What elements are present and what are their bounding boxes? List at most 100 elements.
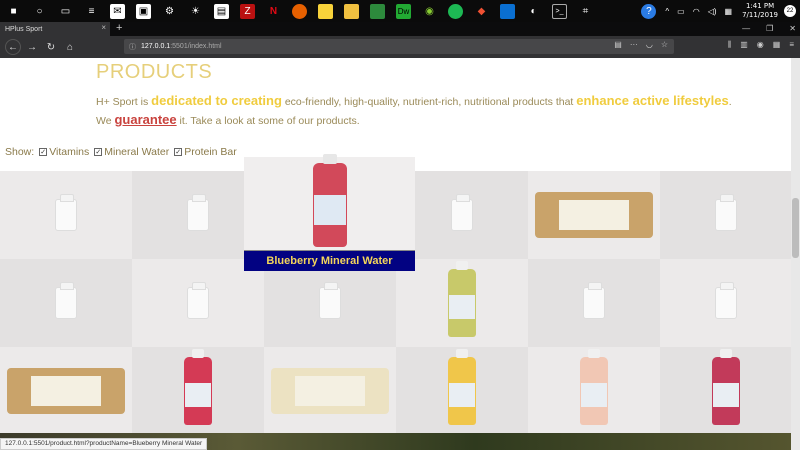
wifi-icon[interactable]: ◠ [693,7,700,16]
windows-taskbar: ■ ○ ▭ ≡ ✉ ▣ ⚙ ☀ ▤ Z N Dw ◉ ◆ ◐ >_ ⌗ ? ^ … [0,0,800,22]
account-icon[interactable]: ◉ [757,40,764,50]
terminal-icon[interactable]: >_ [552,3,567,19]
product-tile[interactable] [132,347,264,435]
product-tile[interactable] [396,347,528,435]
settings-icon[interactable]: ≡ [84,4,99,19]
vitamin-bottle [583,282,605,319]
brightness-icon[interactable]: ☀ [188,4,203,19]
toolbar-right: ⫼ ▥ ◉ ▦ ≡ [728,40,794,50]
dreamweaver-icon[interactable]: Dw [396,3,411,19]
product-tile[interactable] [0,347,132,435]
info-icon[interactable]: ⓘ [129,42,136,52]
vscode-icon[interactable] [500,3,515,19]
mineral-water-bottle [448,349,476,425]
android-icon[interactable]: ◉ [422,4,437,19]
filter-protein-bar-label: Protein Bar [184,146,237,158]
task-view-icon[interactable]: ▭ [58,4,73,19]
bookmark-star-icon[interactable]: ☆ [661,40,668,49]
new-tab-icon[interactable]: + [116,22,122,35]
product-tile[interactable] [132,259,264,347]
notes-icon[interactable]: ▤ [214,3,229,19]
filter-vitamins[interactable]: ✓ Vitamins [39,146,89,158]
page-scrollbar[interactable] [791,58,800,450]
protein-bar [271,368,389,414]
product-tile[interactable] [660,171,791,259]
navigation-bar: ← → ↻ ⌂ ⓘ 127.0.0.1 :5501/index.html ▤ ·… [0,36,800,58]
home-icon[interactable]: ⌂ [62,39,78,55]
page-actions-icon[interactable]: ··· [630,40,638,49]
close-window-icon[interactable]: ✕ [789,22,796,36]
clock-date: 7/11/2019 [742,11,778,19]
product-tile[interactable] [660,347,791,435]
checkbox-protein-bar[interactable]: ✓ [174,148,183,156]
mineral-water-bottle [711,349,740,425]
intro-emphasis-2: enhance active lifestyles [576,93,729,108]
netflix-icon[interactable]: N [266,4,281,19]
intro-emphasis-1: dedicated to creating [151,93,282,108]
menu-icon[interactable]: ≡ [789,40,794,50]
chevron-up-icon[interactable]: ^ [665,7,669,16]
checkbox-mineral-water[interactable]: ✓ [94,148,103,156]
git-icon[interactable]: ◆ [474,4,489,19]
firefox-icon[interactable] [292,3,307,19]
product-tile[interactable] [264,259,396,347]
pocket-icon[interactable]: ◡ [646,40,653,49]
product-tile[interactable] [528,347,660,435]
sidebar-icon[interactable]: ▥ [740,40,748,50]
notification-badge[interactable]: 22 [784,5,796,17]
maximize-icon[interactable]: ❐ [766,22,773,36]
product-tile[interactable] [528,171,660,259]
mineral-water-bottle [580,349,608,425]
mail-icon[interactable]: ✉ [110,3,125,19]
hovered-product-tile[interactable]: Blueberry Mineral Water [244,154,415,271]
address-bar[interactable]: ⓘ 127.0.0.1 :5501/index.html ▤ ··· ◡ ☆ [124,39,674,54]
keyboard-icon[interactable]: ▦ [725,7,733,16]
monitor-icon[interactable] [370,3,385,19]
vitamin-bottle [714,194,737,231]
scrollbar-thumb[interactable] [792,198,799,258]
product-tile[interactable] [0,259,132,347]
page-title: PRODUCTS [96,61,213,83]
explorer-icon[interactable] [344,3,359,19]
extension-icon[interactable]: ▦ [773,40,781,50]
product-tile[interactable] [528,259,660,347]
filezilla-icon[interactable]: Z [240,3,255,19]
minimize-icon[interactable]: — [742,22,750,36]
intro-guarantee: guarantee [114,112,177,127]
product-tile[interactable] [264,347,396,435]
url-host: 127.0.0.1 [141,43,171,50]
close-tab-icon[interactable]: × [101,23,106,32]
network-icon[interactable]: ▭ [677,7,685,16]
library-icon[interactable]: ⫼ [728,40,732,50]
tab-hplus-sport[interactable]: HPlus Sport × [0,22,110,36]
address-bar-actions: ▤ ··· ◡ ☆ [614,40,668,49]
clock-time: 1:41 PM [745,2,775,10]
product-caption[interactable]: Blueberry Mineral Water [244,250,415,271]
store-icon[interactable]: ▣ [136,3,151,19]
camera-icon[interactable]: ◐ [526,4,541,19]
back-icon[interactable]: ← [5,39,21,55]
reader-view-icon[interactable]: ▤ [614,40,622,49]
protein-bar [535,192,653,238]
volume-icon[interactable]: ◁) [708,7,717,16]
vitamin-bottle [714,282,737,319]
spotify-icon[interactable] [448,3,463,19]
reload-icon[interactable]: ↻ [43,39,59,55]
product-tile[interactable] [396,259,528,347]
system-tray: ? ^ ▭ ◠ ◁) ▦ 1:41 PM 7/11/2019 22 [635,0,800,22]
start-icon[interactable]: ■ [6,4,21,19]
search-icon[interactable]: ○ [32,4,47,19]
clock[interactable]: 1:41 PM 7/11/2019 [742,2,778,20]
product-tile[interactable] [660,259,791,347]
nodejs-icon[interactable]: ⌗ [578,4,593,19]
forward-icon[interactable]: → [24,39,40,55]
help-icon[interactable]: ? [641,3,657,19]
sticky-notes-icon[interactable] [318,3,333,19]
product-tile[interactable] [0,171,132,259]
filter-mineral-water[interactable]: ✓ Mineral Water [94,146,169,158]
product-tile[interactable] [396,171,528,259]
checkbox-vitamins[interactable]: ✓ [39,148,48,156]
gear-icon[interactable]: ⚙ [162,4,177,19]
vitamin-bottle [319,282,341,319]
filter-protein-bar[interactable]: ✓ Protein Bar [174,146,237,158]
